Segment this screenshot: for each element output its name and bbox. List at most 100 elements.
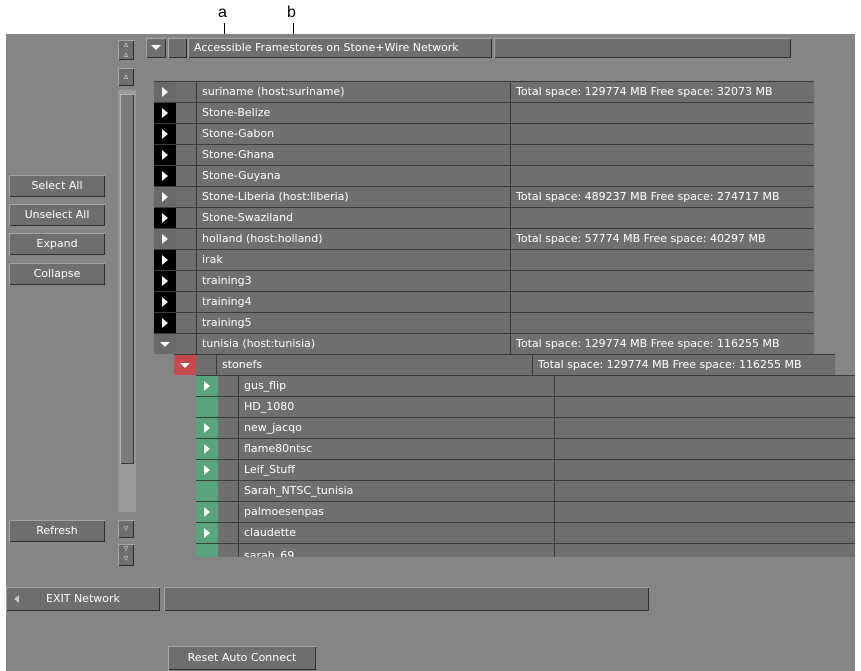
scroll-up-button[interactable]: ▵ [118, 68, 134, 86]
host-row[interactable]: training5 [154, 312, 814, 333]
scrollbar-thumb[interactable] [120, 94, 134, 464]
scroll-bottom-button[interactable]: ▿ ▿ [118, 544, 134, 566]
host-name: irak [196, 250, 510, 270]
unselect-all-button[interactable]: Unselect All [9, 204, 105, 226]
host-space-info [510, 313, 814, 333]
triangle-right-icon [162, 213, 168, 223]
collapse-button[interactable]: Collapse [9, 263, 105, 285]
host-name: Stone-Belize [196, 103, 510, 123]
scroll-top-button[interactable]: ▵ ▵ [118, 40, 134, 60]
framestore-row[interactable]: stonefs Total space: 129774 MB Free spac… [174, 354, 835, 375]
expand-toggle[interactable] [154, 187, 176, 207]
network-status-field [164, 587, 649, 611]
expand-toggle[interactable] [154, 292, 176, 312]
triangle-down-icon [151, 45, 161, 50]
row-indent [196, 355, 216, 375]
host-row[interactable]: irak [154, 249, 814, 270]
clip-info [554, 439, 855, 459]
collapse-toggle[interactable] [154, 334, 176, 354]
refresh-button[interactable]: Refresh [9, 520, 105, 542]
expand-toggle[interactable] [196, 502, 218, 522]
triangle-right-icon [204, 465, 210, 475]
clip-info [554, 481, 855, 501]
host-space-info [510, 103, 814, 123]
host-row[interactable]: suriname (host:suriname) Total space: 12… [154, 81, 814, 102]
host-row[interactable]: training4 [154, 291, 814, 312]
reset-auto-connect-button[interactable]: Reset Auto Connect [168, 646, 316, 670]
clip-name: sarah_69 [238, 544, 554, 557]
row-indent [176, 229, 196, 249]
host-row[interactable]: Stone-Belize [154, 102, 814, 123]
clip-row[interactable]: Leif_Stuff [196, 459, 855, 480]
exit-network-button[interactable]: EXIT Network [6, 587, 160, 611]
expand-toggle[interactable] [196, 460, 218, 480]
scroll-down-button[interactable]: ▿ [118, 520, 134, 538]
row-indent [218, 397, 238, 417]
host-space-info [510, 271, 814, 291]
expand-toggle[interactable] [154, 271, 176, 291]
triangle-right-icon [204, 381, 210, 391]
expand-toggle[interactable] [154, 229, 176, 249]
expand-toggle[interactable] [196, 418, 218, 438]
clip-row[interactable]: flame80ntsc [196, 438, 855, 459]
row-indent [176, 103, 196, 123]
host-row[interactable]: Stone-Swaziland [154, 207, 814, 228]
expand-toggle[interactable] [154, 313, 176, 333]
host-space-info: Total space: 129774 MB Free space: 11625… [510, 334, 814, 354]
header-collapse-button[interactable] [146, 38, 166, 58]
clip-row[interactable]: gus_flip [196, 375, 855, 396]
host-row[interactable]: Stone-Ghana [154, 144, 814, 165]
annotation-b: b [287, 4, 296, 21]
expand-toggle[interactable] [154, 145, 176, 165]
header-spacer [168, 38, 187, 58]
row-marker [196, 544, 218, 557]
clip-name: new_jacqo [238, 418, 554, 438]
expand-toggle[interactable] [154, 124, 176, 144]
triangle-down-icon [160, 342, 170, 347]
host-row[interactable]: Stone-Guyana [154, 165, 814, 186]
expand-toggle[interactable] [154, 208, 176, 228]
triangle-right-icon [162, 276, 168, 286]
clip-row[interactable]: sarah_69 [196, 543, 855, 557]
collapse-toggle[interactable] [174, 355, 196, 375]
triangle-right-icon [162, 171, 168, 181]
host-space-info [510, 292, 814, 312]
clip-name: Leif_Stuff [238, 460, 554, 480]
expand-toggle[interactable] [154, 166, 176, 186]
triangle-right-icon [204, 528, 210, 538]
host-space-info: Total space: 489237 MB Free space: 27471… [510, 187, 814, 207]
row-indent [176, 145, 196, 165]
clip-info [554, 376, 855, 396]
host-row[interactable]: Stone-Liberia (host:liberia) Total space… [154, 186, 814, 207]
clip-row[interactable]: claudette [196, 522, 855, 543]
clip-info [554, 523, 855, 543]
triangle-down-icon [180, 363, 190, 368]
host-space-info [510, 250, 814, 270]
host-space-info [510, 145, 814, 165]
host-row[interactable]: tunisia (host:tunisia) Total space: 1297… [154, 333, 814, 354]
framestore-name: stonefs [216, 355, 532, 375]
triangle-left-icon [14, 595, 19, 603]
row-indent [218, 523, 238, 543]
clip-row[interactable]: palmoesenpas [196, 501, 855, 522]
select-all-button[interactable]: Select All [9, 175, 105, 197]
clip-row[interactable]: HD_1080 [196, 396, 855, 417]
row-indent [176, 82, 196, 102]
clip-row[interactable]: new_jacqo [196, 417, 855, 438]
clip-info [554, 544, 855, 557]
host-row[interactable]: Stone-Gabon [154, 123, 814, 144]
expand-toggle[interactable] [154, 82, 176, 102]
host-row[interactable]: holland (host:holland) Total space: 5777… [154, 228, 814, 249]
expand-toggle[interactable] [196, 523, 218, 543]
row-indent [176, 166, 196, 186]
triangle-right-icon [162, 318, 168, 328]
host-name: Stone-Ghana [196, 145, 510, 165]
expand-button[interactable]: Expand [9, 233, 105, 255]
host-row[interactable]: training3 [154, 270, 814, 291]
expand-toggle[interactable] [196, 439, 218, 459]
clip-row[interactable]: Sarah_NTSC_tunisia [196, 480, 855, 501]
expand-toggle[interactable] [154, 103, 176, 123]
expand-toggle[interactable] [154, 250, 176, 270]
scrollbar-track[interactable] [118, 90, 136, 512]
expand-toggle[interactable] [196, 376, 218, 396]
